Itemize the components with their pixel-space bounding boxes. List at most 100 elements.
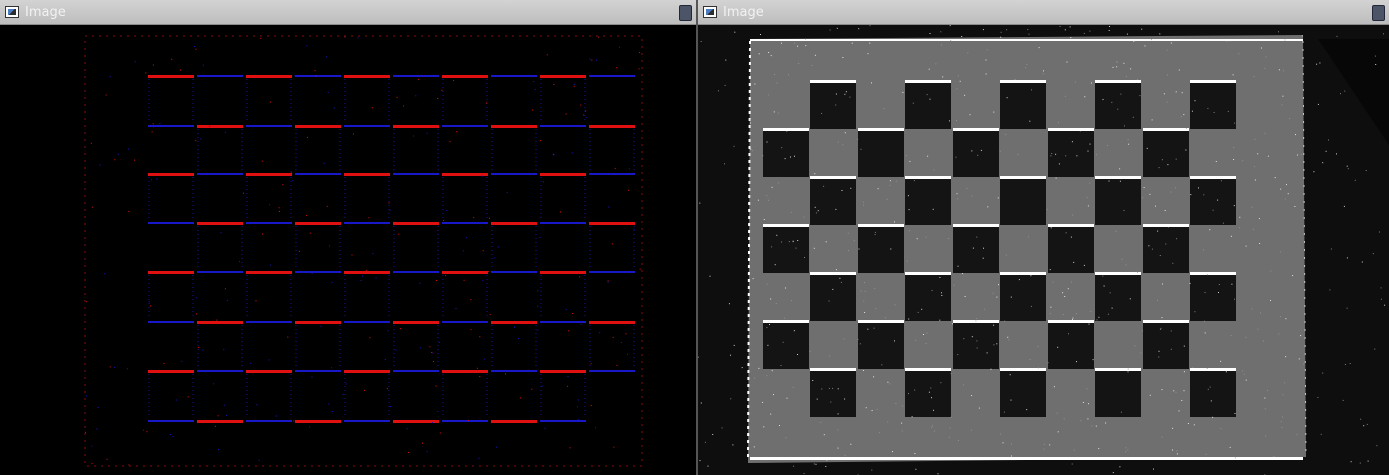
noise-pixel	[1000, 36, 1002, 38]
event-speck	[580, 104, 582, 106]
noise-pixel	[932, 425, 933, 427]
noise-pixel	[1005, 254, 1007, 256]
noise-pixel	[1384, 304, 1386, 306]
noise-pixel	[967, 52, 969, 54]
window-close-button[interactable]	[1372, 5, 1385, 21]
event-speck	[470, 329, 472, 331]
noise-pixel	[927, 155, 929, 157]
event-speck	[331, 367, 333, 369]
noise-pixel	[847, 232, 849, 234]
event-speck	[489, 314, 491, 316]
noise-pixel	[793, 330, 795, 332]
noise-pixel	[1159, 255, 1161, 256]
event-speck	[163, 362, 165, 364]
noise-pixel	[1178, 410, 1180, 412]
event-speck	[315, 75, 317, 77]
dark-square	[1143, 323, 1189, 369]
noise-pixel	[1284, 39, 1286, 41]
positive-edge	[148, 271, 194, 274]
noise-pixel	[934, 430, 936, 432]
noise-pixel	[770, 413, 772, 415]
event-speck	[479, 336, 481, 338]
event-speck	[422, 442, 423, 444]
noise-pixel	[766, 327, 768, 329]
event-speck	[250, 362, 252, 364]
positive-edge	[442, 370, 488, 373]
noise-pixel	[1296, 434, 1298, 436]
dark-square	[763, 131, 809, 177]
noise-pixel	[912, 102, 914, 104]
noise-pixel	[1055, 153, 1057, 155]
noise-pixel	[1064, 296, 1066, 297]
noise-pixel	[1245, 379, 1247, 381]
noise-pixel	[774, 264, 776, 266]
event-speck	[560, 211, 561, 213]
window-titlebar[interactable]: Image	[0, 0, 696, 25]
noise-pixel	[957, 354, 959, 356]
dark-square	[763, 323, 809, 369]
noise-pixel	[1172, 449, 1173, 451]
event-speck	[311, 272, 313, 274]
event-speck	[209, 125, 211, 127]
negative-edge	[197, 173, 243, 175]
noise-pixel	[752, 278, 754, 280]
noise-pixel	[835, 104, 837, 106]
event-speck	[306, 45, 308, 47]
noise-pixel	[841, 190, 843, 191]
noise-pixel	[956, 88, 958, 90]
noise-pixel	[1079, 130, 1081, 132]
positive-edge	[246, 173, 292, 176]
noise-pixel	[1161, 389, 1163, 391]
noise-pixel	[1360, 418, 1362, 420]
noise-pixel	[889, 383, 891, 385]
noise-pixel	[1007, 336, 1009, 338]
noise-pixel	[823, 185, 825, 187]
noise-pixel	[790, 156, 791, 158]
noise-pixel	[1183, 371, 1185, 373]
positive-edge	[491, 420, 537, 423]
noise-pixel	[863, 204, 864, 206]
noise-pixel	[1252, 228, 1254, 230]
noise-pixel	[1205, 453, 1207, 455]
noise-pixel	[1029, 359, 1031, 360]
noise-pixel	[1149, 394, 1151, 396]
event-speck	[306, 215, 308, 217]
noise-pixel	[1005, 134, 1007, 136]
window-close-button[interactable]	[679, 5, 692, 21]
noise-pixel	[766, 141, 768, 143]
positive-edge	[393, 125, 439, 128]
noise-pixel	[971, 195, 973, 197]
noise-pixel	[749, 119, 751, 121]
noise-pixel	[1166, 49, 1168, 51]
noise-pixel	[1125, 451, 1127, 453]
noise-pixel	[894, 221, 895, 223]
noise-pixel	[1192, 367, 1194, 369]
image-window-right: Image	[698, 0, 1389, 475]
noise-pixel	[908, 230, 910, 232]
noise-pixel	[1062, 292, 1064, 294]
event-speck	[91, 206, 93, 208]
noise-pixel	[1116, 61, 1117, 63]
noise-pixel	[1107, 145, 1109, 146]
noise-pixel	[1194, 100, 1196, 102]
noise-pixel	[766, 195, 768, 197]
event-speck	[306, 136, 308, 138]
noise-pixel	[1004, 320, 1006, 322]
square-edge	[1190, 80, 1236, 83]
event-speck	[567, 376, 569, 377]
noise-pixel	[918, 81, 920, 82]
event-speck	[145, 72, 147, 74]
event-speck	[202, 64, 204, 66]
noise-pixel	[1087, 150, 1089, 152]
noise-pixel	[1170, 348, 1172, 350]
positive-edge	[197, 420, 243, 423]
noise-pixel	[1329, 289, 1331, 291]
noise-pixel	[1151, 39, 1152, 41]
noise-pixel	[1346, 165, 1348, 167]
noise-pixel	[1264, 397, 1266, 399]
event-speck	[613, 446, 615, 448]
noise-pixel	[798, 63, 800, 64]
window-titlebar[interactable]: Image	[698, 0, 1389, 25]
negative-edge	[540, 321, 586, 323]
square-edge	[858, 128, 904, 131]
